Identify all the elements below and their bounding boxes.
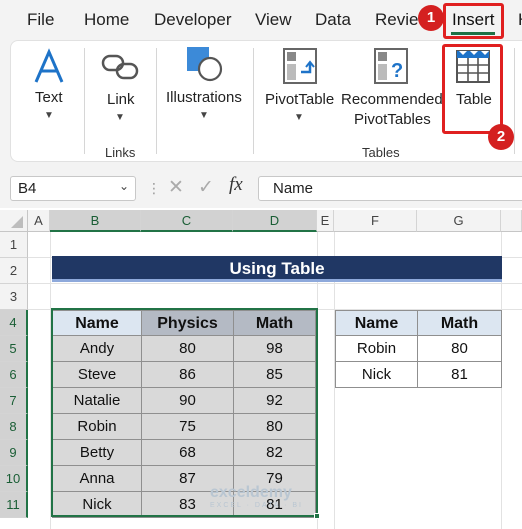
cancel-icon[interactable]: ✕ (168, 176, 184, 199)
column-header-g[interactable]: G (417, 210, 501, 232)
row-header-4[interactable]: 4 (0, 310, 28, 336)
row-header-9[interactable]: 9 (0, 440, 28, 466)
side-table-cell[interactable]: 81 (418, 362, 502, 388)
link-label: Link (107, 91, 135, 108)
watermark-tagline: EXCEL · DATA · BI (210, 502, 303, 509)
name-box[interactable]: B4 ⌄ (10, 176, 136, 201)
ribbon-divider (253, 48, 254, 154)
insert-tab-highlight (443, 3, 504, 39)
recommended-label-line2: PivotTables (354, 111, 431, 128)
chevron-down-icon: ▼ (199, 110, 209, 121)
recommended-pivottables-button[interactable]: ? (373, 48, 409, 88)
fill-handle[interactable] (314, 513, 320, 519)
column-header-d[interactable]: D (233, 210, 317, 232)
text-icon (34, 48, 64, 83)
tab-data[interactable]: Data (315, 10, 351, 30)
formula-input[interactable]: Name (258, 176, 522, 201)
pivottable-label: PivotTable (265, 91, 335, 108)
links-group-label: Links (105, 145, 136, 160)
row-header-5[interactable]: 5 (0, 336, 28, 362)
enter-icon[interactable]: ✓ (198, 176, 214, 199)
illustrations-button[interactable] (183, 45, 227, 87)
gridline (28, 283, 522, 284)
column-header-h[interactable] (501, 210, 522, 232)
row-header-10[interactable]: 10 (0, 466, 28, 492)
column-header-c[interactable]: C (141, 210, 233, 232)
recommended-label-line1: Recommended (341, 91, 443, 108)
row-header-6[interactable]: 6 (0, 362, 28, 388)
side-table-cell[interactable]: Nick (335, 362, 418, 388)
ribbon-divider (156, 48, 157, 154)
side-table-cell[interactable]: 80 (418, 336, 502, 362)
tab-partial[interactable]: H (518, 10, 522, 30)
corner-triangle-icon (11, 216, 23, 228)
pivottable-button[interactable] (282, 48, 318, 88)
insert-function-icon[interactable]: fx (229, 174, 243, 196)
row-header-3[interactable]: 3 (0, 284, 28, 310)
illustrations-icon (187, 47, 223, 82)
chevron-down-icon[interactable]: ⌄ (119, 179, 129, 193)
title-banner: Using Table (52, 256, 502, 282)
column-header-f[interactable]: F (334, 210, 417, 232)
chevron-down-icon: ▼ (44, 110, 54, 121)
side-table-cell[interactable]: Robin (335, 336, 418, 362)
row-header-1[interactable]: 1 (0, 232, 28, 258)
more-options-icon[interactable]: ⋮ (147, 180, 161, 197)
name-box-value: B4 (18, 180, 37, 197)
tab-developer[interactable]: Developer (154, 10, 232, 30)
row-header-11[interactable]: 11 (0, 492, 28, 518)
text-label: Text (35, 89, 63, 106)
tab-home[interactable]: Home (84, 10, 129, 30)
row-header-7[interactable]: 7 (0, 388, 28, 414)
ribbon-divider (514, 48, 515, 154)
tab-file[interactable]: File (27, 10, 54, 30)
step-1-badge: 1 (418, 5, 444, 31)
row-header-2[interactable]: 2 (0, 258, 28, 284)
step-2-badge: 2 (488, 124, 514, 150)
pivottable-icon (283, 48, 317, 84)
exceldemy-watermark: exceldemy EXCEL · DATA · BI (188, 484, 303, 509)
svg-text:?: ? (391, 60, 403, 82)
row-header-8[interactable]: 8 (0, 414, 28, 440)
chevron-down-icon: ▼ (294, 112, 304, 123)
link-icon (101, 54, 139, 80)
side-table-header-cell[interactable]: Name (335, 310, 418, 336)
ribbon-divider (84, 48, 85, 154)
column-header-e[interactable]: E (317, 210, 334, 232)
tab-view[interactable]: View (255, 10, 292, 30)
link-button[interactable] (100, 52, 140, 86)
watermark-name: exceldemy (210, 484, 292, 501)
recommended-pivottables-icon: ? (374, 48, 408, 84)
column-header-a[interactable]: A (28, 210, 50, 232)
column-header-b[interactable]: B (50, 210, 141, 232)
illustrations-label: Illustrations (166, 89, 242, 106)
select-all-corner[interactable] (0, 210, 28, 232)
side-table-header-cell[interactable]: Math (418, 310, 502, 336)
tables-group-label: Tables (362, 145, 400, 160)
chevron-down-icon: ▼ (115, 112, 125, 123)
table-button-highlight (442, 44, 503, 134)
text-button[interactable] (28, 48, 70, 88)
